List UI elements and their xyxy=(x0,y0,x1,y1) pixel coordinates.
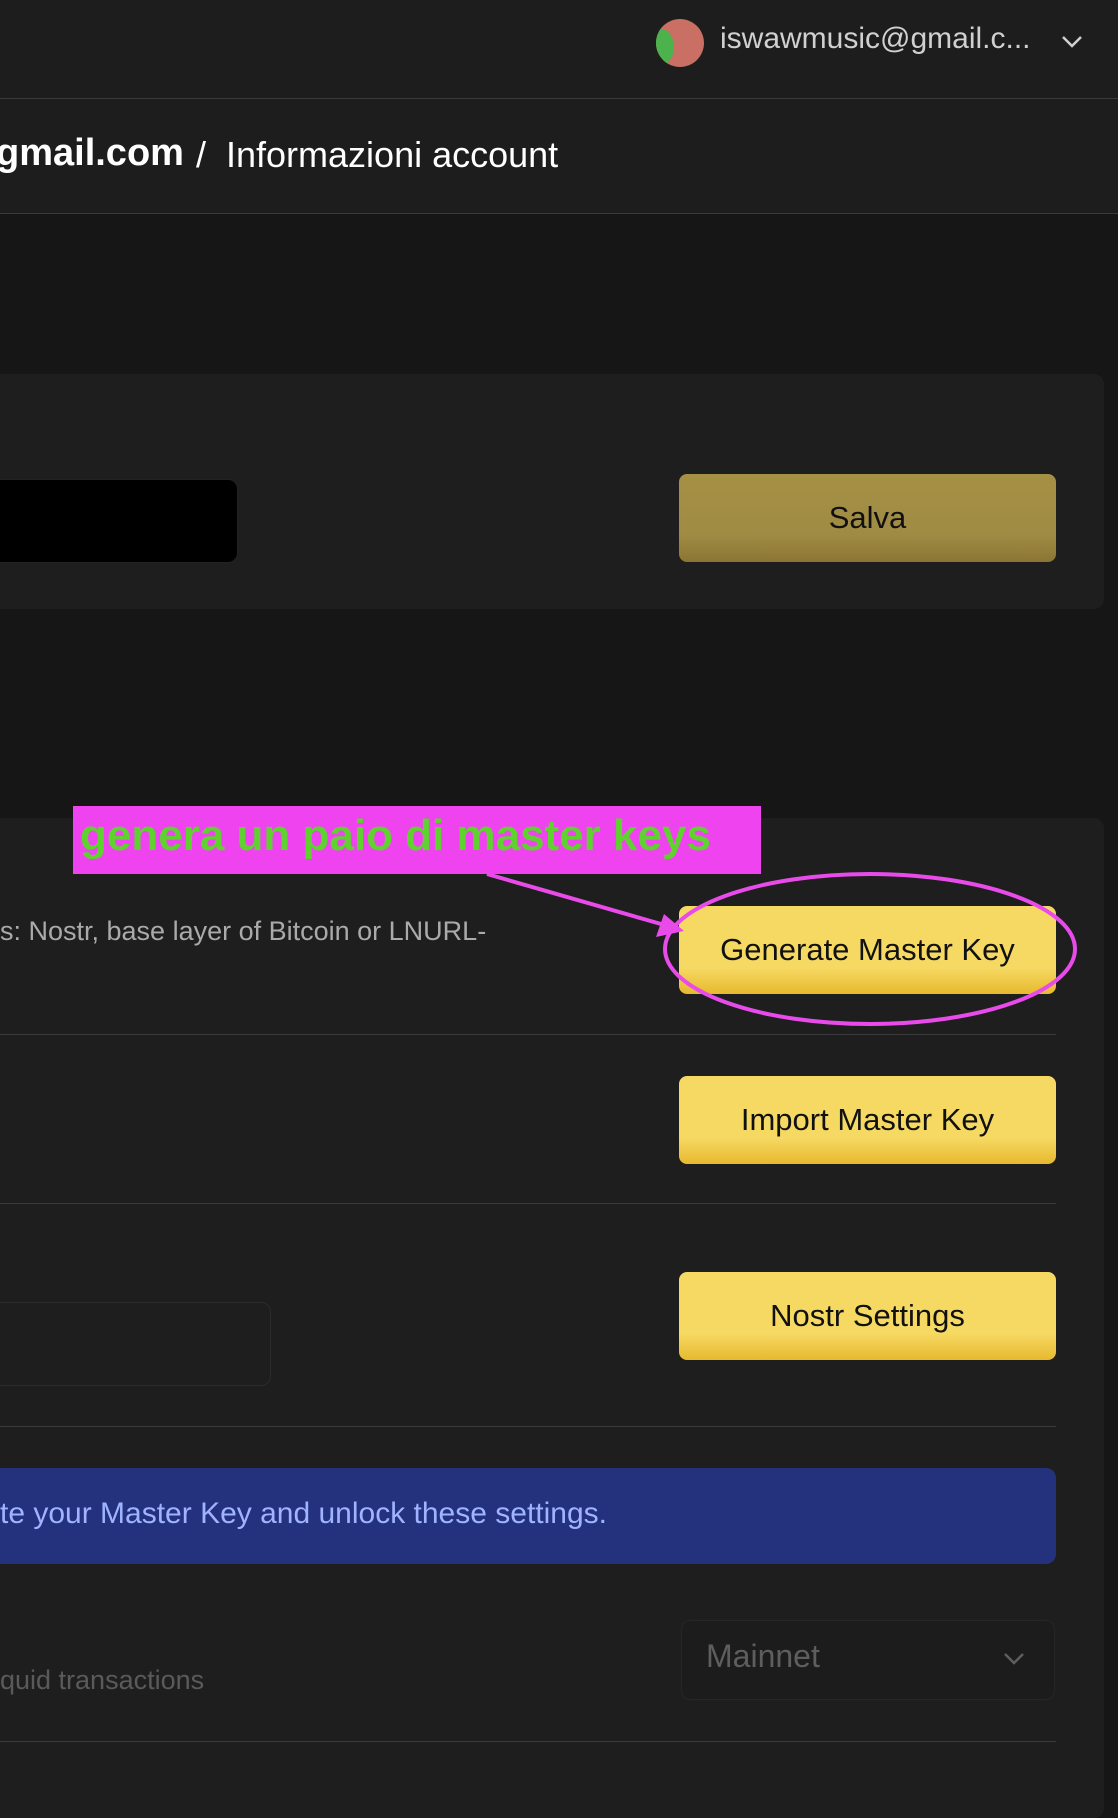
network-select-value: Mainnet xyxy=(706,1638,820,1674)
nostr-settings-button[interactable]: Nostr Settings xyxy=(679,1272,1056,1360)
breadcrumb-separator: / xyxy=(196,134,207,175)
annotation-text: genera un paio di master keys xyxy=(80,811,711,860)
user-email[interactable]: iswawmusic@gmail.c... xyxy=(720,22,1032,56)
info-banner-text: te your Master Key and unlock these sett… xyxy=(0,1497,607,1530)
save-button[interactable]: Salva xyxy=(679,474,1056,562)
master-key-description: s: Nostr, base layer of Bitcoin or LNURL… xyxy=(0,916,487,946)
name-input[interactable] xyxy=(0,479,238,563)
nostr-input[interactable] xyxy=(0,1302,271,1386)
breadcrumb-account[interactable]: gmail.com xyxy=(0,132,184,175)
divider xyxy=(0,1426,1056,1427)
divider xyxy=(0,1741,1056,1742)
avatar[interactable] xyxy=(656,19,704,67)
chevron-down-icon[interactable] xyxy=(1057,26,1087,56)
divider xyxy=(0,1203,1056,1204)
generate-master-key-button[interactable]: Generate Master Key xyxy=(679,906,1056,994)
network-description: quid transactions xyxy=(0,1665,205,1695)
import-master-key-button[interactable]: Import Master Key xyxy=(679,1076,1056,1164)
page-title: Informazioni account xyxy=(226,134,559,175)
divider xyxy=(0,1034,1056,1035)
chevron-down-icon xyxy=(1004,1653,1024,1665)
